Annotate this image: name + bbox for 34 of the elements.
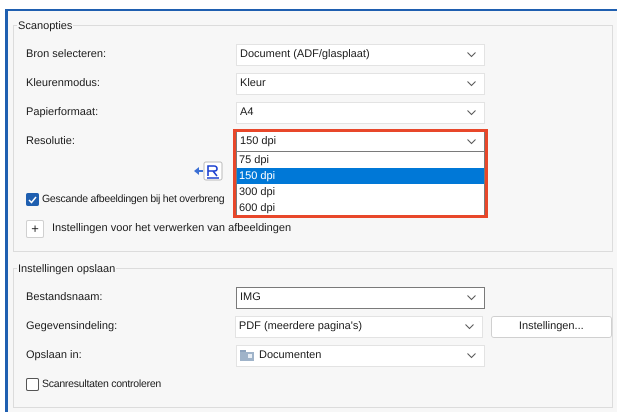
dropdown-option[interactable]: 300 dpi xyxy=(237,184,484,200)
dropdown[interactable]: A4 xyxy=(236,102,485,124)
expand-button[interactable]: + xyxy=(26,220,44,238)
dropdown-option[interactable]: 150 dpi xyxy=(237,168,484,184)
dropdown[interactable]: IMG xyxy=(236,286,485,308)
group-title: Instellingen opslaan xyxy=(17,261,116,278)
checkbox-label: Scanresultaten controleren xyxy=(42,376,161,392)
chevron-icon xyxy=(467,80,476,86)
field-label: Bron selecteren: xyxy=(26,47,108,62)
checkbox[interactable] xyxy=(26,193,39,206)
field-label: Papierformaat: xyxy=(26,105,100,120)
group-title: Scanopties xyxy=(17,18,74,34)
dropdown[interactable]: Documenten xyxy=(236,344,485,366)
chevron-icon xyxy=(467,352,476,358)
chevron-icon xyxy=(464,324,474,330)
dropdown[interactable]: Kleur xyxy=(236,72,485,94)
expander-label: Instellingen voor het verwerken van afbeeldingen xyxy=(52,221,292,236)
chevron-icon xyxy=(467,52,476,58)
chevron-icon xyxy=(467,138,476,144)
field-label: Gegevensindeling: xyxy=(26,319,118,334)
field-label: Opslaan in: xyxy=(26,348,83,364)
settings-button[interactable]: Instellingen... xyxy=(490,316,612,338)
chevron-icon xyxy=(467,294,476,300)
dropdown-option[interactable]: 600 dpi xyxy=(237,200,484,216)
checkbox-label: Gescande afbeeldingen bij het overbreng xyxy=(42,192,224,207)
dropdown-option[interactable]: 75 dpi xyxy=(237,152,484,168)
dropdown[interactable]: Document (ADF/glasplaat) xyxy=(236,44,485,66)
checkbox[interactable] xyxy=(26,378,39,391)
field-label: Kleurenmodus: xyxy=(26,76,101,92)
field-label: Bestandsnaam: xyxy=(26,290,104,306)
chevron-icon xyxy=(467,110,476,116)
image-transfer-icon xyxy=(192,160,224,182)
field-label: Resolutie: xyxy=(26,134,76,150)
dropdown[interactable]: PDF (meerdere pagina's) xyxy=(234,316,483,338)
